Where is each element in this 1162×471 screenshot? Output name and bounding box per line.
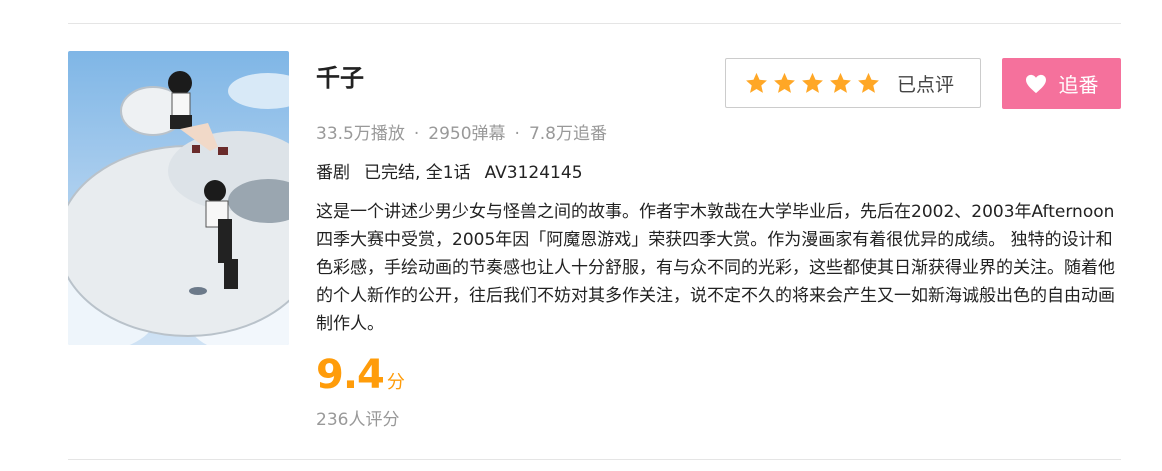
stats-separator: · <box>514 124 520 144</box>
star-icon <box>830 72 851 93</box>
play-count: 33.5万播放 <box>316 124 405 144</box>
description: 这是一个讲述少男少女与怪兽之间的故事。作者宇木敦哉在大学毕业后，先后在2002、… <box>316 202 1115 334</box>
type-tag: 番剧 <box>316 163 350 183</box>
review-label: 已点评 <box>897 73 955 96</box>
play-stats: 33.5万播放 · 2950弹幕 · 7.8万追番 <box>316 119 607 144</box>
bottom-divider <box>68 459 1121 460</box>
rating-count: 236人评分 <box>316 410 400 430</box>
score: 9.4 分 <box>316 352 405 398</box>
follow-label: 追番 <box>1058 73 1099 97</box>
heart-icon <box>1025 74 1046 93</box>
cover-illustration <box>68 71 289 345</box>
score-value: 9.4 <box>316 352 385 398</box>
star-icon <box>802 72 823 93</box>
review-button[interactable]: 已点评 <box>725 58 981 108</box>
stats-separator: · <box>413 124 420 144</box>
follow-count: 7.8万追番 <box>528 124 607 144</box>
top-divider <box>68 23 1121 24</box>
follow-button[interactable]: 追番 <box>1002 58 1121 109</box>
status-text: 已完结, 全1话 <box>364 163 471 183</box>
cover-image[interactable] <box>68 51 289 345</box>
star-icon <box>746 72 767 93</box>
score-unit: 分 <box>386 372 405 393</box>
star-icon <box>774 72 795 93</box>
page-title[interactable]: 千子 <box>316 58 364 93</box>
danmaku-count: 2950弹幕 <box>428 124 506 144</box>
star-icon <box>858 72 879 93</box>
meta-info: 番剧 已完结, 全1话 AV3124145 <box>316 158 597 183</box>
star-rating <box>744 71 881 96</box>
av-number: AV3124145 <box>484 163 583 183</box>
